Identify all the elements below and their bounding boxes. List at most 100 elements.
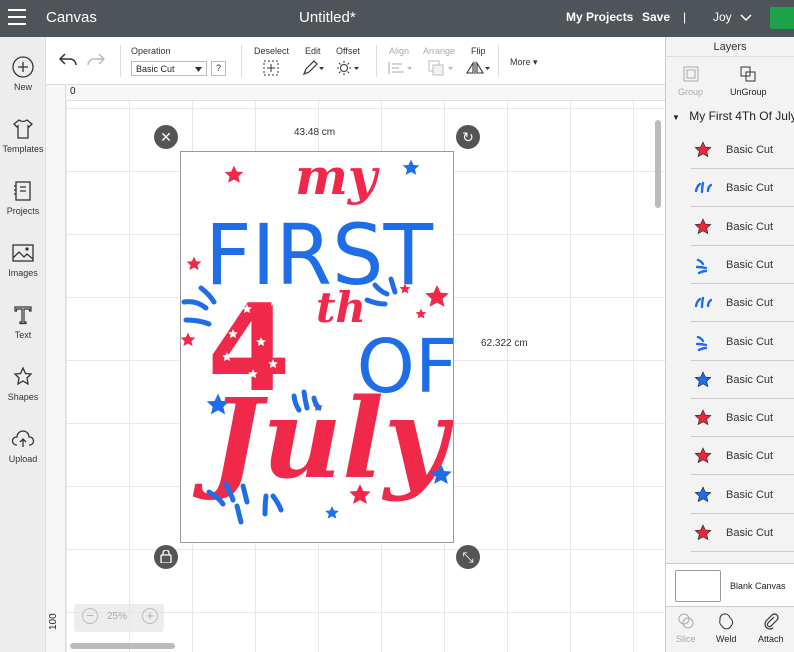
top-bar: Canvas Untitled* My Projects Save | Joy — [0, 0, 794, 37]
zoom-level: 25% — [107, 611, 128, 622]
weld-label: Weld — [716, 634, 737, 644]
caret-down-icon[interactable]: ▼ — [672, 113, 680, 122]
hamburger-menu-icon[interactable] — [8, 9, 26, 25]
fourth-of-july-design[interactable]: my FIRST 4 th OF July — [180, 147, 457, 542]
edit-pen-icon[interactable] — [302, 60, 324, 76]
blank-canvas-label: Blank Canvas — [730, 581, 786, 591]
vertical-ruler: 100 — [46, 85, 66, 652]
layer-swatch-icon — [694, 409, 712, 426]
layer-swatch-icon — [694, 524, 712, 541]
nav-text[interactable]: Text — [0, 303, 46, 340]
design-text-july: July — [192, 374, 453, 503]
layer-row[interactable]: Basic Cut — [691, 245, 794, 284]
chevron-down-icon[interactable] — [740, 14, 752, 22]
make-it-button[interactable] — [770, 7, 794, 29]
flip-icon[interactable] — [466, 60, 492, 76]
ruler-label: 100 — [48, 613, 59, 630]
layer-row[interactable]: Basic Cut — [691, 322, 794, 361]
layers-panel: Layers Group UnGroup ▼ My First 4Th Of J… — [665, 37, 794, 652]
deselect-label[interactable]: Deselect — [254, 46, 289, 56]
vertical-scrollbar[interactable] — [655, 120, 661, 208]
attach-label: Attach — [758, 634, 784, 644]
layer-row[interactable]: Basic Cut — [691, 284, 794, 323]
resize-handle-icon[interactable]: ⤡ — [456, 545, 480, 569]
arrange-icon[interactable] — [427, 60, 455, 76]
layer-row[interactable]: Basic Cut — [691, 169, 794, 208]
toolbar-divider — [376, 45, 377, 77]
document-title[interactable]: Untitled* — [299, 9, 356, 26]
nav-label: Shapes — [7, 392, 39, 402]
edit-toolbar: Operation Basic Cut ? Deselect Edit Offs… — [46, 37, 665, 85]
slice-label: Slice — [676, 634, 696, 644]
edit-label[interactable]: Edit — [305, 46, 321, 56]
more-button[interactable]: More ▾ — [510, 57, 538, 68]
user-menu[interactable]: Joy — [713, 10, 732, 24]
horizontal-scrollbar[interactable] — [70, 643, 175, 649]
layers-title: Layers — [666, 37, 794, 57]
align-icon[interactable] — [387, 61, 413, 75]
layer-name: Basic Cut — [726, 220, 774, 233]
rotate-icon[interactable]: ↻ — [456, 125, 480, 149]
layer-name: Basic Cut — [726, 412, 774, 425]
plus-icon — [12, 56, 34, 78]
layer-row[interactable]: Basic Cut — [691, 475, 794, 514]
layer-name: Basic Cut — [726, 450, 774, 463]
nav-projects[interactable]: Projects — [0, 179, 46, 216]
layer-swatch-icon — [694, 485, 712, 502]
group-icon — [683, 66, 698, 82]
nav-templates[interactable]: Templates — [0, 117, 46, 154]
arrange-label[interactable]: Arrange — [423, 46, 455, 56]
layer-row[interactable]: Basic Cut — [691, 207, 794, 246]
offset-icon[interactable] — [336, 60, 360, 76]
slice-button[interactable]: Slice — [676, 612, 696, 644]
layer-name: Basic Cut — [726, 258, 774, 271]
group-button[interactable]: Group — [678, 65, 703, 97]
nav-shapes[interactable]: Shapes — [0, 365, 46, 402]
layer-name: Basic Cut — [726, 297, 774, 310]
blank-canvas-swatch[interactable] — [675, 570, 721, 602]
nav-label: New — [13, 82, 32, 92]
save-button[interactable]: Save — [642, 10, 670, 24]
layer-swatch-icon — [694, 296, 713, 309]
zoom-out-button[interactable]: − — [82, 608, 98, 624]
deselect-icon[interactable] — [263, 60, 279, 76]
ungroup-icon — [740, 66, 756, 82]
layer-name: Basic Cut — [726, 144, 774, 156]
nav-images[interactable]: Images — [0, 241, 46, 278]
layer-row[interactable]: Basic Cut — [691, 514, 794, 552]
attach-button[interactable]: Attach — [758, 612, 784, 644]
close-selection-icon[interactable]: ✕ — [154, 125, 178, 149]
nav-new[interactable]: New — [0, 55, 46, 92]
toolbar-divider — [241, 45, 242, 77]
nav-upload[interactable]: Upload — [0, 427, 46, 464]
flip-label[interactable]: Flip — [471, 46, 486, 56]
design-bounding-box[interactable]: my FIRST 4 th OF July — [180, 147, 457, 543]
operation-select[interactable]: Basic Cut — [131, 61, 207, 76]
weld-button[interactable]: Weld — [716, 612, 736, 644]
lock-proportions-icon[interactable] — [154, 545, 178, 569]
layer-group-row[interactable]: ▼ My First 4Th Of July — [666, 109, 794, 127]
layer-swatch-icon — [694, 217, 712, 234]
redo-icon[interactable] — [86, 52, 106, 68]
ungroup-button[interactable]: UnGroup — [730, 65, 767, 97]
slice-icon — [678, 613, 694, 629]
my-projects-link[interactable]: My Projects — [566, 10, 633, 24]
layer-swatch-icon — [694, 182, 713, 194]
text-icon — [14, 306, 32, 325]
zoom-in-button[interactable]: + — [142, 608, 158, 624]
offset-label[interactable]: Offset — [336, 46, 360, 56]
operation-help-button[interactable]: ? — [211, 61, 226, 76]
layer-name: Basic Cut — [726, 182, 774, 195]
group-label: Group — [678, 87, 704, 97]
operation-value: Basic Cut — [136, 64, 175, 74]
layer-row[interactable]: Basic Cut — [691, 437, 794, 476]
layer-row[interactable]: Basic Cut — [691, 131, 794, 169]
undo-icon[interactable] — [58, 52, 78, 68]
align-label[interactable]: Align — [389, 46, 409, 56]
layer-row[interactable]: Basic Cut — [691, 360, 794, 399]
width-dimension: 43.48 cm — [294, 127, 336, 138]
layer-row[interactable]: Basic Cut — [691, 399, 794, 438]
projects-icon — [14, 181, 31, 201]
nav-label: Images — [8, 268, 38, 278]
blank-canvas-row[interactable]: Blank Canvas — [666, 563, 794, 607]
